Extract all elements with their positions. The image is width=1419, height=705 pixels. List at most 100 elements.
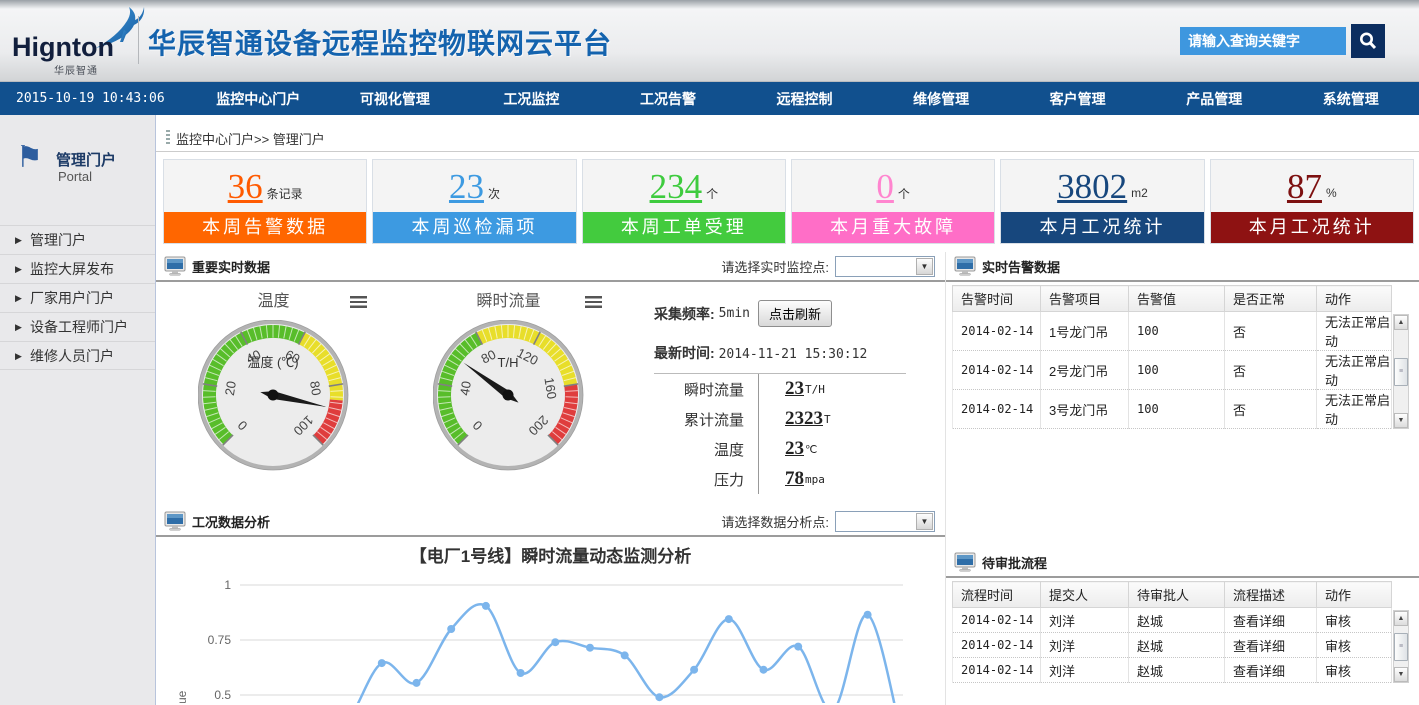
scrollbar-track[interactable]: ≡ bbox=[1394, 330, 1408, 413]
approvals-scrollbar[interactable]: ▲ ≡ ▼ bbox=[1393, 610, 1409, 683]
chart-menu-icon[interactable] bbox=[350, 296, 367, 308]
scroll-up-icon[interactable]: ▲ bbox=[1394, 611, 1408, 626]
table-cell: 100 bbox=[1129, 390, 1225, 429]
stat-card-value[interactable]: 0 bbox=[876, 169, 894, 204]
table-row-2[interactable]: 2014-02-143号龙门吊100否无法正常启动 bbox=[953, 390, 1392, 429]
analysis-point-select[interactable]: ▼ bbox=[835, 511, 935, 532]
nav-item-5[interactable]: 维修管理 bbox=[873, 89, 1010, 109]
stat-card-2: 234个本周工单受理 bbox=[582, 159, 786, 244]
sidebar-item-2[interactable]: ▶厂家用户门户 bbox=[0, 283, 155, 312]
scroll-down-icon[interactable]: ▼ bbox=[1394, 413, 1408, 428]
realtime-value-unit: mpa bbox=[805, 473, 825, 486]
approvals-table: 流程时间提交人待审批人流程描述动作2014-02-14刘洋赵城查看详细审核201… bbox=[952, 581, 1392, 683]
table-row-2[interactable]: 2014-02-14刘洋赵城查看详细审核 bbox=[953, 658, 1392, 683]
table-cell: 100 bbox=[1129, 312, 1225, 351]
scroll-up-icon[interactable]: ▲ bbox=[1394, 315, 1408, 330]
stat-card-value-area: 36条记录 bbox=[164, 160, 366, 212]
scroll-down-icon[interactable]: ▼ bbox=[1394, 667, 1408, 682]
realtime-point-select[interactable]: ▼ bbox=[835, 256, 935, 277]
sidebar-item-label: 维修人员门户 bbox=[30, 348, 114, 364]
stat-card-label: 本周告警数据 bbox=[164, 212, 366, 243]
stat-card-unit: 个 bbox=[898, 185, 910, 202]
arrow-right-icon: ▶ bbox=[15, 313, 22, 341]
table-cell: 否 bbox=[1225, 351, 1317, 390]
svg-text:40: 40 bbox=[456, 380, 473, 397]
sidebar-item-3[interactable]: ▶设备工程师门户 bbox=[0, 312, 155, 341]
realtime-values-table: 瞬时流量23T/H累计流量2323T温度23℃压力78mpa bbox=[654, 373, 906, 494]
stat-card-value[interactable]: 36 bbox=[228, 169, 263, 204]
nav-item-2[interactable]: 工况监控 bbox=[463, 89, 600, 109]
table-cell: 查看详细 bbox=[1225, 608, 1317, 633]
chart-menu-icon[interactable] bbox=[585, 296, 602, 308]
monitor-icon bbox=[164, 511, 186, 531]
nav-item-7[interactable]: 产品管理 bbox=[1146, 89, 1283, 109]
right-column: 实时告警数据 告警时间告警项目告警值是否正常动作2014-02-141号龙门吊1… bbox=[945, 252, 1419, 705]
table-row-1[interactable]: 2014-02-14刘洋赵城查看详细审核 bbox=[953, 633, 1392, 658]
stat-card-value[interactable]: 234 bbox=[650, 169, 703, 204]
stat-card-label: 本月工况统计 bbox=[1001, 212, 1203, 243]
refresh-button[interactable]: 点击刷新 bbox=[758, 300, 832, 327]
realtime-select-label: 请选择实时监控点: bbox=[721, 257, 829, 276]
svg-text:0.5: 0.5 bbox=[214, 688, 231, 702]
nav-item-3[interactable]: 工况告警 bbox=[600, 89, 737, 109]
realtime-value[interactable]: 23 bbox=[785, 378, 804, 400]
table-row-0[interactable]: 2014-02-14刘洋赵城查看详细审核 bbox=[953, 608, 1392, 633]
column-header-1: 提交人 bbox=[1041, 582, 1129, 608]
search-icon bbox=[1358, 31, 1378, 51]
sidebar-item-0[interactable]: ▶管理门户 bbox=[0, 225, 155, 254]
sidebar-item-4[interactable]: ▶维修人员门户 bbox=[0, 341, 155, 370]
nav-item-1[interactable]: 可视化管理 bbox=[327, 89, 464, 109]
stat-card-value[interactable]: 23 bbox=[449, 169, 484, 204]
realtime-value[interactable]: 78 bbox=[785, 468, 804, 490]
table-cell: 查看详细 bbox=[1225, 658, 1317, 683]
scrollbar-thumb[interactable]: ≡ bbox=[1394, 633, 1408, 661]
svg-text:0.75: 0.75 bbox=[208, 633, 232, 647]
search-button[interactable] bbox=[1351, 24, 1385, 58]
chart-title: 【电厂1号线】瞬时流量动态监测分析 bbox=[156, 537, 945, 573]
main-area: 监控中心门户>> 管理门户 36条记录本周告警数据23次本周巡检漏项234个本周… bbox=[156, 115, 1419, 705]
table-row-1[interactable]: 2014-02-142号龙门吊100否无法正常启动 bbox=[953, 351, 1392, 390]
chevron-down-icon[interactable]: ▼ bbox=[916, 513, 933, 530]
table-cell: 否 bbox=[1225, 312, 1317, 351]
table-cell: 无法正常启动 bbox=[1317, 351, 1392, 390]
gauge-dial: 020406080100温度 (℃) bbox=[198, 320, 350, 478]
nav-item-6[interactable]: 客户管理 bbox=[1009, 89, 1146, 109]
table-row-0[interactable]: 2014-02-141号龙门吊100否无法正常启动 bbox=[953, 312, 1392, 351]
svg-text:80: 80 bbox=[306, 380, 323, 397]
stat-card-value[interactable]: 87 bbox=[1287, 169, 1322, 204]
realtime-info-panel: 采集频率: 5min 点击刷新 最新时间: 2014-11-21 15:30:1… bbox=[626, 282, 945, 507]
sidebar-item-1[interactable]: ▶监控大屏发布 bbox=[0, 254, 155, 283]
column-header-4: 动作 bbox=[1317, 286, 1392, 312]
chevron-down-icon[interactable]: ▼ bbox=[916, 258, 933, 275]
realtime-section-header: 重要实时数据 请选择实时监控点: ▼ bbox=[156, 252, 945, 282]
realtime-value-label: 累计流量 bbox=[654, 409, 758, 430]
analysis-section-title: 工况数据分析 bbox=[192, 512, 270, 531]
navbar-timestamp: 2015-10-19 10:43:06 bbox=[0, 91, 190, 106]
alarms-section-title: 实时告警数据 bbox=[982, 257, 1060, 276]
scrollbar-thumb[interactable]: ≡ bbox=[1394, 358, 1408, 386]
stat-card-value[interactable]: 3802 bbox=[1057, 169, 1127, 204]
arrow-right-icon: ▶ bbox=[15, 255, 22, 283]
nav-item-4[interactable]: 远程控制 bbox=[736, 89, 873, 109]
realtime-value-row-0: 瞬时流量23T/H bbox=[654, 374, 906, 404]
table-cell: 审核 bbox=[1317, 633, 1392, 658]
table-cell: 2014-02-14 bbox=[953, 390, 1041, 429]
nav-item-8[interactable]: 系统管理 bbox=[1283, 89, 1419, 109]
realtime-value[interactable]: 23 bbox=[785, 438, 804, 460]
freq-value: 5min bbox=[719, 306, 750, 321]
realtime-value[interactable]: 2323 bbox=[785, 408, 823, 430]
stat-card-4: 3802m2本月工况统计 bbox=[1000, 159, 1204, 244]
scrollbar-track[interactable]: ≡ bbox=[1394, 626, 1408, 667]
alarms-scrollbar[interactable]: ▲ ≡ ▼ bbox=[1393, 314, 1409, 429]
stat-card-unit: 条记录 bbox=[267, 185, 303, 202]
nav-item-0[interactable]: 监控中心门户 bbox=[190, 89, 327, 109]
sidebar-header: ⚑ 管理门户 Portal bbox=[0, 143, 155, 221]
stat-card-label: 本周巡检漏项 bbox=[373, 212, 575, 243]
search-input[interactable] bbox=[1180, 27, 1346, 55]
stat-card-value-area: 87% bbox=[1211, 160, 1413, 212]
flag-icon: ⚑ bbox=[16, 145, 43, 171]
table-cell: 赵城 bbox=[1129, 658, 1225, 683]
column-header-0: 流程时间 bbox=[953, 582, 1041, 608]
alarms-section-header: 实时告警数据 bbox=[946, 252, 1419, 282]
stat-cards: 36条记录本周告警数据23次本周巡检漏项234个本周工单受理0个本月重大故障38… bbox=[163, 159, 1414, 244]
